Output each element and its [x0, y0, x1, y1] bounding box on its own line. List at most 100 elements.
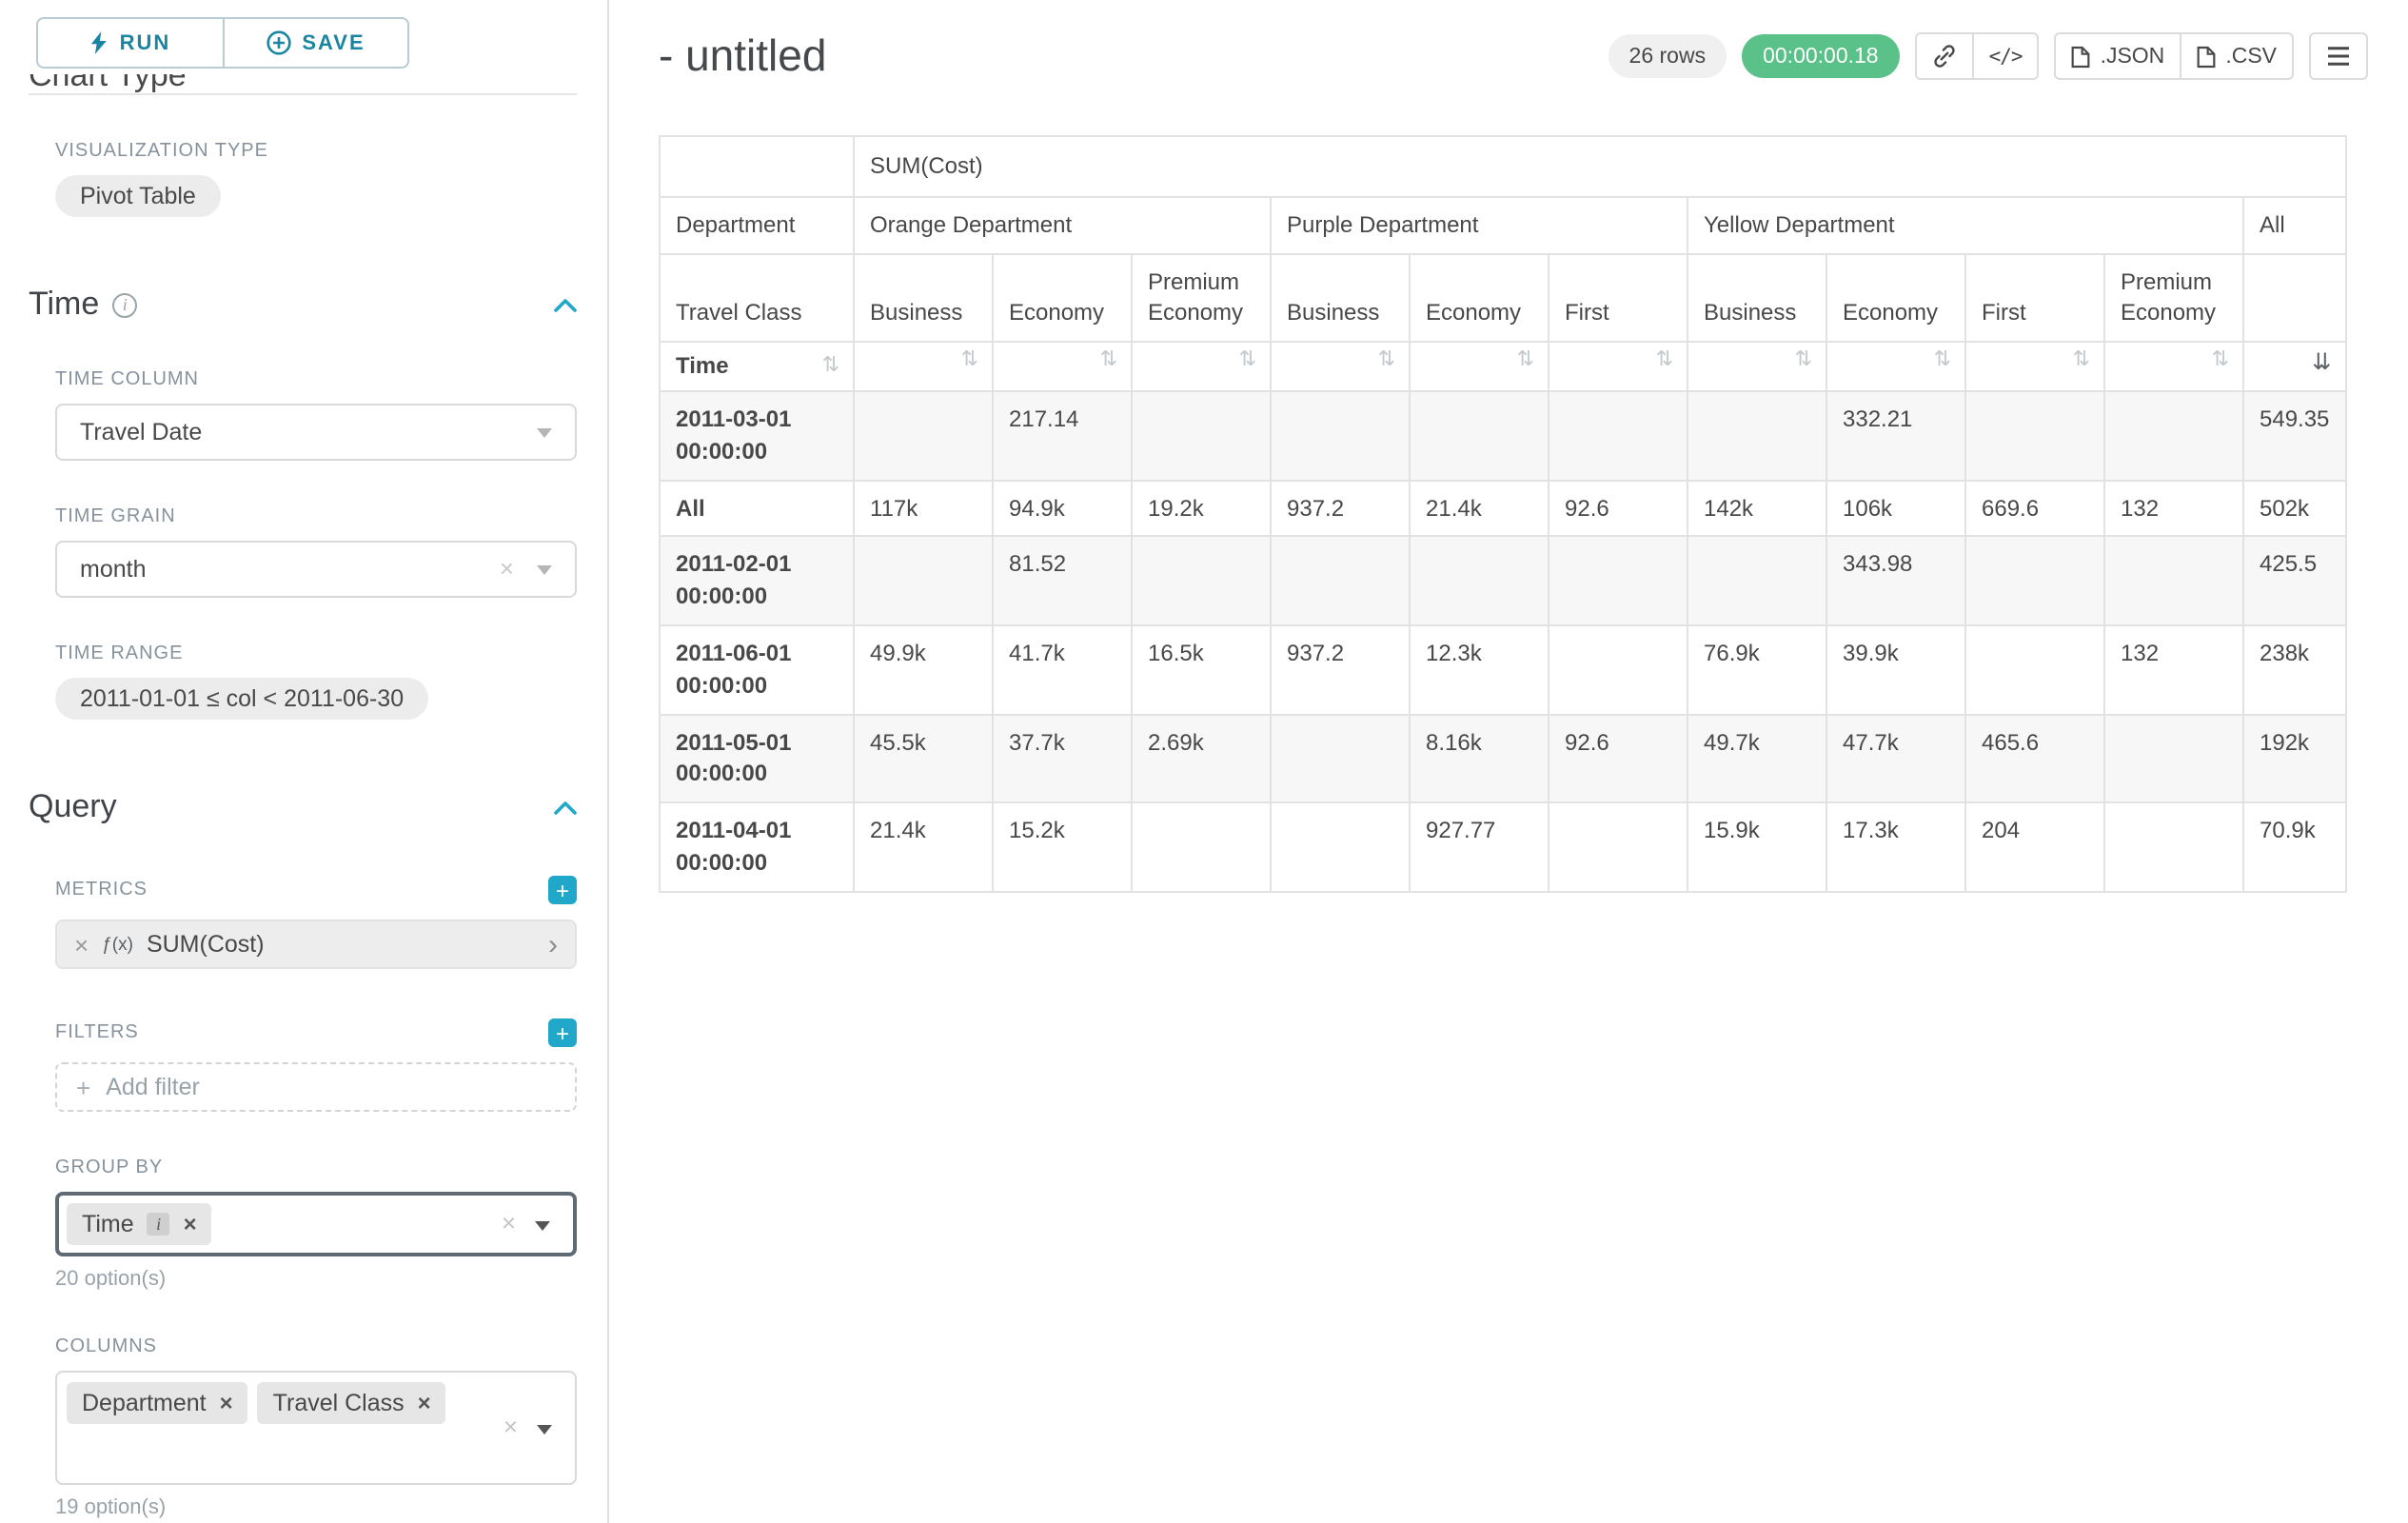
sort-icon[interactable]: ⇅: [1934, 350, 1951, 371]
sort-icon[interactable]: ⇅: [1656, 350, 1673, 371]
filters-label: FILTERS: [55, 1022, 139, 1043]
visualization-type-value[interactable]: Pivot Table: [55, 175, 221, 217]
columns-tag[interactable]: Travel Class ×: [258, 1382, 446, 1424]
sort-icon[interactable]: ⇅: [961, 350, 978, 371]
pivot-value-cell: [2104, 391, 2243, 480]
pivot-value-cell: 45.5k: [854, 714, 993, 802]
time-column-label: TIME COLUMN: [55, 369, 577, 390]
columns-tag[interactable]: Department ×: [67, 1382, 248, 1424]
sort-icon[interactable]: ⇅: [2073, 350, 2090, 371]
pivot-sort-cell[interactable]: ⇅: [1271, 342, 1410, 391]
pivot-department-label: Department: [660, 197, 854, 254]
time-grain-select[interactable]: month ×: [55, 541, 577, 598]
pivot-value-cell: [1271, 391, 1410, 480]
clear-icon[interactable]: ×: [503, 1413, 518, 1441]
pivot-sort-cell[interactable]: ⇅: [1410, 342, 1549, 391]
add-filter-button[interactable]: + Add filter: [55, 1062, 577, 1112]
link-icon: [1932, 44, 1957, 69]
time-column-select[interactable]: Travel Date: [55, 404, 577, 461]
pivot-value-cell: 92.6: [1549, 714, 1688, 802]
chevron-down-icon[interactable]: [537, 1425, 552, 1434]
pivot-value-cell: 343.98: [1826, 537, 1965, 625]
menu-button[interactable]: [2309, 32, 2368, 80]
copy-link-button[interactable]: [1915, 32, 1974, 80]
add-filter-label: Add filter: [106, 1074, 200, 1100]
pivot-sort-cell[interactable]: ⇅: [1688, 342, 1826, 391]
pivot-sort-cell[interactable]: ⇅: [1132, 342, 1271, 391]
pivot-value-cell: 192k: [2243, 714, 2345, 802]
embed-code-button[interactable]: </>: [1972, 32, 2040, 80]
export-csv-button[interactable]: .CSV: [2180, 32, 2294, 80]
remove-metric-icon[interactable]: ×: [74, 930, 89, 959]
pivot-data-row: 2011-05-01 00:00:0045.5k37.7k2.69k8.16k9…: [660, 714, 2345, 802]
pivot-class-row: Travel ClassBusinessEconomyPremium Econo…: [660, 253, 2345, 342]
remove-tag-icon[interactable]: ×: [418, 1390, 431, 1416]
add-filter-plus-button[interactable]: +: [548, 1019, 577, 1047]
pivot-sort-cell[interactable]: ⇅: [993, 342, 1132, 391]
columns-control-group: COLUMNS Department × Travel Class × × 19…: [29, 1336, 577, 1519]
pivot-value-cell: 217.14: [993, 391, 1132, 480]
pivot-value-cell: [1688, 537, 1826, 625]
sort-icon[interactable]: ⇅: [1795, 350, 1812, 371]
time-column-value: Travel Date: [80, 419, 202, 445]
pivot-value-cell: [1271, 537, 1410, 625]
columns-label: COLUMNS: [55, 1336, 577, 1357]
run-button[interactable]: RUN: [36, 17, 222, 69]
group-by-control[interactable]: Time i × ×: [55, 1192, 577, 1256]
pivot-value-cell: [1549, 537, 1688, 625]
control-panel-sidebar: RUN SAVE Chart Type VISUALIZATION TYPE P…: [0, 0, 609, 1523]
group-by-tag[interactable]: Time i ×: [67, 1203, 212, 1245]
add-metric-button[interactable]: +: [548, 876, 577, 904]
pivot-value-cell: 76.9k: [1688, 625, 1826, 714]
menu-button-group: [2309, 32, 2368, 80]
pivot-value-cell: [1410, 537, 1549, 625]
pivot-value-cell: 937.2: [1271, 480, 1410, 537]
sort-icon[interactable]: ⇅: [822, 356, 839, 377]
chevron-right-icon[interactable]: ›: [548, 930, 558, 959]
remove-tag-icon[interactable]: ×: [184, 1211, 197, 1237]
pivot-value-cell: 927.77: [1410, 802, 1549, 891]
sort-icon[interactable]: ⇅: [1517, 350, 1534, 371]
sort-desc-icon[interactable]: ⇊: [2312, 350, 2331, 373]
chart-title[interactable]: - untitled: [659, 30, 826, 82]
save-button[interactable]: SAVE: [222, 17, 409, 69]
pivot-value-cell: 502k: [2243, 480, 2345, 537]
metric-item[interactable]: × ƒ(x) SUM(Cost) ›: [55, 920, 577, 969]
export-json-button[interactable]: .JSON: [2055, 32, 2182, 80]
pivot-sort-cell[interactable]: ⇅: [1549, 342, 1688, 391]
time-grain-control: TIME GRAIN month ×: [29, 506, 577, 598]
sort-icon[interactable]: ⇅: [1100, 350, 1117, 371]
pivot-value-cell: 15.2k: [993, 802, 1132, 891]
remove-tag-icon[interactable]: ×: [220, 1390, 233, 1416]
pivot-value-cell: 21.4k: [1410, 480, 1549, 537]
query-section-header[interactable]: Query: [29, 788, 577, 826]
pivot-data-row: 2011-03-01 00:00:00217.14332.21549.35: [660, 391, 2345, 480]
pivot-value-cell: [1132, 391, 1271, 480]
clear-icon[interactable]: ×: [500, 554, 514, 583]
time-range-value[interactable]: 2011-01-01 ≤ col < 2011-06-30: [55, 678, 428, 720]
pivot-sort-cell[interactable]: ⇅: [1965, 342, 2104, 391]
sort-icon[interactable]: ⇅: [1378, 350, 1395, 371]
pivot-value-cell: [1549, 802, 1688, 891]
pivot-sort-cell[interactable]: ⇅: [854, 342, 993, 391]
pivot-sort-cell[interactable]: ⇅: [2104, 342, 2243, 391]
pivot-value-cell: [1549, 625, 1688, 714]
time-section-header[interactable]: Time i: [29, 286, 577, 324]
clear-icon[interactable]: ×: [502, 1209, 516, 1237]
sort-icon[interactable]: ⇅: [2212, 350, 2229, 371]
columns-control[interactable]: Department × Travel Class × ×: [55, 1371, 577, 1485]
pivot-department-header: Yellow Department: [1688, 197, 2243, 254]
lightning-icon: [89, 30, 109, 55]
pivot-department-header: Purple Department: [1271, 197, 1688, 254]
pivot-time-sort-cell[interactable]: Time⇅: [660, 342, 854, 391]
pivot-table: SUM(Cost)DepartmentOrange DepartmentPurp…: [659, 135, 2346, 893]
query-timer-badge: 00:00:00.18: [1742, 34, 1900, 78]
pivot-value-cell: 21.4k: [854, 802, 993, 891]
pivot-sort-cell-all[interactable]: ⇊: [2243, 342, 2345, 391]
sort-icon[interactable]: ⇅: [1239, 350, 1256, 371]
pivot-sort-cell[interactable]: ⇅: [1826, 342, 1965, 391]
pivot-row-header: 2011-04-01 00:00:00: [660, 802, 854, 891]
chart-type-section-header[interactable]: Chart Type: [29, 74, 577, 95]
chevron-down-icon[interactable]: [535, 1221, 550, 1231]
pivot-department-header: Orange Department: [854, 197, 1271, 254]
